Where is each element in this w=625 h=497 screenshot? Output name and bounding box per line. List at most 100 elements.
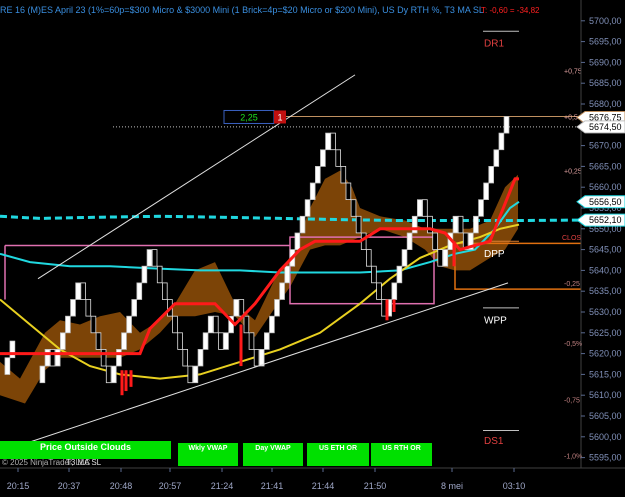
position-value: 2,25: [240, 112, 258, 122]
us-rth-or-button[interactable]: US RTH OR: [371, 443, 432, 466]
percent-level-label: CLOS: [562, 235, 581, 242]
up-brick: [314, 165, 321, 184]
up-brick: [126, 315, 132, 334]
price-tick-label: 5695,00: [589, 37, 622, 47]
down-brick: [432, 232, 438, 251]
down-brick: [100, 348, 107, 367]
down-brick: [105, 365, 112, 384]
up-brick: [279, 282, 285, 300]
day-vwap-button[interactable]: Day VWAP: [243, 443, 303, 466]
indicator-name: T3 MA SL: [66, 458, 102, 467]
down-brick: [350, 199, 357, 217]
price-tick-label: 5640,00: [589, 265, 622, 275]
up-brick: [406, 232, 413, 251]
up-brick: [146, 249, 153, 267]
down-brick: [177, 332, 183, 350]
up-brick: [401, 249, 408, 267]
weekly-vwap-button[interactable]: Wkly VWAP: [178, 443, 238, 466]
percent-level-label: +0,5: [564, 114, 578, 121]
up-brick: [207, 315, 214, 334]
us-rth-or-label: US RTH OR: [382, 445, 421, 452]
up-brick: [65, 315, 71, 334]
us-eth-or-button[interactable]: US ETH OR: [307, 443, 369, 466]
time-tick-label: 20:37: [58, 481, 81, 491]
price-tick-label: 5635,00: [589, 286, 622, 296]
time-axis: 20:15 20:37 20:48 20:57 21:24 21:41 21:44 21:50…: [0, 467, 625, 491]
pivot-label-dr1: DR1: [484, 39, 504, 50]
up-brick: [60, 332, 66, 350]
pivot-label-ds1: DS1: [484, 436, 504, 447]
down-brick: [95, 332, 102, 350]
down-brick: [355, 215, 362, 234]
up-brick: [44, 348, 51, 367]
up-brick: [192, 365, 199, 384]
up-brick: [263, 332, 270, 350]
time-tick-label: 21:44: [312, 481, 335, 491]
down-brick: [212, 315, 219, 334]
price-tick-label: 5670,00: [589, 141, 622, 151]
percent-level-label: -0,25: [564, 281, 580, 288]
percent-level-label: -1,0%: [564, 454, 582, 461]
up-brick: [9, 340, 16, 359]
price-tick-label: 5595,00: [589, 453, 622, 463]
up-brick: [498, 132, 505, 151]
up-brick: [488, 165, 494, 184]
up-brick: [325, 132, 331, 151]
percent-level-label: +0,25: [564, 169, 582, 176]
down-brick: [371, 265, 377, 284]
up-brick: [202, 332, 209, 350]
time-tick-label: 03:10: [503, 481, 526, 491]
price-tick-label: 5665,00: [589, 161, 622, 171]
price-axis[interactable]: 5595,00 5600,00 5605,00 5610,00 5615,00 5620,…: [576, 0, 625, 468]
up-brick: [309, 182, 316, 201]
down-brick: [182, 348, 189, 367]
down-brick: [243, 315, 250, 334]
down-brick: [172, 315, 178, 334]
price-tick-label: 5610,00: [589, 390, 622, 400]
percent-level-label: +0,75: [564, 69, 582, 76]
up-brick: [411, 215, 418, 234]
down-brick: [151, 249, 158, 267]
up-brick: [111, 365, 117, 384]
up-brick: [304, 199, 311, 217]
up-brick: [284, 265, 290, 284]
down-brick: [49, 348, 56, 367]
price-tick-label: 5690,00: [589, 57, 622, 67]
price-marker-label: 5674,50: [589, 122, 622, 132]
pivot-label-wpp: WPP: [484, 315, 507, 326]
up-brick: [442, 249, 449, 267]
time-tick-label: 21:50: [364, 481, 387, 491]
down-brick: [330, 132, 336, 151]
up-brick: [4, 357, 11, 375]
price-outside-clouds-button[interactable]: Price Outside Clouds: [0, 441, 171, 459]
up-brick: [478, 199, 484, 217]
up-brick: [223, 332, 229, 350]
up-brick: [294, 232, 301, 251]
down-brick: [437, 249, 443, 267]
down-brick: [345, 182, 352, 201]
price-tick-label: 5630,00: [589, 307, 622, 317]
up-brick: [136, 282, 143, 300]
pivot-label-dpp: DPP: [484, 249, 505, 260]
percent-level-label: -0,5%: [564, 341, 582, 348]
percent-level-label: -0,75: [564, 397, 580, 404]
chart-title: RE 16 (M)ES April 23 (1%=60p=$300 Micro …: [0, 5, 484, 15]
up-brick: [116, 348, 122, 367]
up-brick: [493, 149, 500, 167]
down-brick: [253, 348, 260, 367]
up-brick: [320, 149, 326, 167]
down-brick: [85, 299, 92, 317]
down-brick: [376, 282, 382, 300]
price-marker-label: 5652,10: [589, 215, 622, 225]
down-brick: [365, 249, 372, 267]
up-brick: [416, 199, 423, 217]
up-brick: [141, 265, 148, 284]
up-brick: [258, 348, 265, 367]
down-brick: [90, 315, 97, 334]
price-tick-label: 5645,00: [589, 245, 622, 255]
time-tick-label: 21:24: [211, 481, 234, 491]
up-brick: [233, 299, 240, 317]
price-tick-label: 5615,00: [589, 369, 622, 379]
pnl-readout: T: -0,60 = -34,82: [481, 6, 540, 15]
renko-chart[interactable]: 2,25 1 +0,75 +0,5 +0,25 CLOS -0,25 -0,5% -0,75 -1…: [0, 0, 625, 497]
